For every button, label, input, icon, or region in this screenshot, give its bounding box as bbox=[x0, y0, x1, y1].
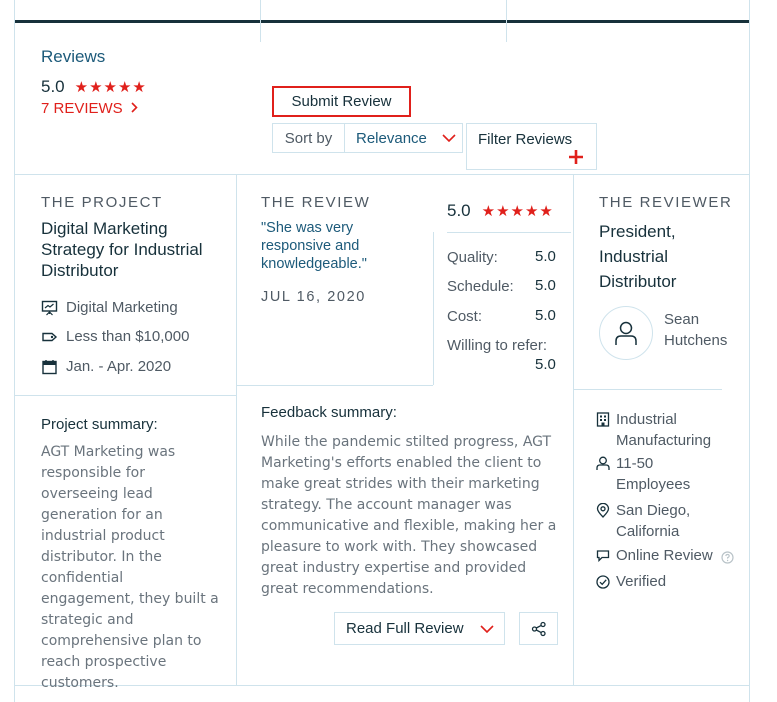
reviewer-status: Verified bbox=[596, 571, 666, 592]
feedback-summary-label: Feedback summary: bbox=[261, 404, 397, 421]
avatar bbox=[599, 306, 653, 360]
card-top-border bbox=[14, 174, 750, 175]
sort-by-label-box: Sort by bbox=[272, 123, 345, 153]
section-divider bbox=[14, 395, 236, 396]
review-overall-value: 5.0 bbox=[447, 201, 471, 220]
presentation-icon bbox=[41, 300, 58, 315]
building-icon bbox=[596, 412, 610, 427]
score-value-schedule: 5.0 bbox=[535, 277, 556, 294]
reviewer-title: President, Industrial Distributor bbox=[599, 222, 677, 291]
review-date: JUL 16, 2020 bbox=[261, 289, 366, 305]
chevron-down-icon bbox=[442, 134, 456, 142]
section-divider bbox=[237, 385, 433, 386]
score-label-cost: Cost: bbox=[447, 308, 483, 325]
submit-review-label: Submit Review bbox=[291, 93, 392, 110]
project-section-label: THE PROJECT bbox=[41, 194, 163, 211]
reviewer-industry: Industrial Manufacturing bbox=[596, 409, 726, 451]
project-budget: Less than $10,000 bbox=[41, 328, 189, 345]
review-quote: "She was very responsive and knowledgeab… bbox=[261, 220, 367, 272]
reviewer-employees-label: 11-50 Employees bbox=[616, 455, 691, 493]
plus-icon bbox=[569, 150, 583, 164]
submit-review-button[interactable]: Submit Review bbox=[272, 86, 411, 117]
project-summary-label: Project summary: bbox=[41, 416, 158, 433]
help-icon[interactable] bbox=[721, 548, 740, 564]
project-summary-text: AGT Marketing was responsible for overse… bbox=[41, 444, 219, 691]
header-divider bbox=[506, 0, 507, 42]
score-value-refer: 5.0 bbox=[535, 356, 556, 373]
reviewer-review-type: Online Review bbox=[596, 545, 740, 566]
top-bar bbox=[14, 20, 750, 23]
score-label-schedule: Schedule: bbox=[447, 278, 514, 295]
chat-bubble-icon bbox=[596, 550, 610, 562]
read-full-review-label: Read Full Review bbox=[346, 620, 464, 637]
project-service-label: Digital Marketing bbox=[66, 299, 178, 316]
share-icon bbox=[531, 621, 546, 636]
review-overall-rating: 5.0 ★★★★★ bbox=[447, 201, 554, 221]
reviews-link-label: 7 REVIEWS bbox=[41, 100, 123, 117]
review-section-label: THE REVIEW bbox=[261, 194, 371, 211]
score-label-quality: Quality: bbox=[447, 249, 498, 266]
reviews-heading: Reviews bbox=[41, 47, 106, 66]
header-divider bbox=[260, 0, 261, 42]
rating-value: 5.0 bbox=[41, 77, 65, 96]
outer-border-left bbox=[14, 0, 15, 702]
project-service: Digital Marketing bbox=[41, 299, 178, 316]
check-circle-icon bbox=[596, 574, 610, 589]
reviews-link[interactable]: 7 REVIEWS bbox=[41, 100, 138, 117]
star-rating-icon: ★★★★★ bbox=[481, 203, 554, 220]
calendar-icon bbox=[42, 359, 57, 374]
user-icon bbox=[596, 456, 610, 470]
location-pin-icon bbox=[596, 503, 610, 518]
project-budget-label: Less than $10,000 bbox=[66, 328, 190, 345]
price-tag-icon bbox=[42, 332, 58, 341]
outer-border-right bbox=[749, 0, 750, 702]
reviewer-section-label: THE REVIEWER bbox=[599, 194, 733, 211]
reviewer-location: San Diego, California bbox=[596, 500, 726, 542]
reviewer-location-label: San Diego, California bbox=[616, 502, 691, 540]
section-divider bbox=[574, 389, 722, 390]
section-divider bbox=[447, 232, 571, 233]
reviewer-status-label: Verified bbox=[616, 573, 667, 590]
chevron-down-icon bbox=[479, 624, 494, 633]
project-dates: Jan. - Apr. 2020 bbox=[41, 358, 171, 375]
sort-select-value: Relevance bbox=[356, 129, 427, 147]
read-full-review-button[interactable]: Read Full Review bbox=[334, 612, 505, 645]
share-button[interactable] bbox=[519, 612, 558, 645]
reviewer-name: Sean Hutchens bbox=[664, 311, 728, 349]
project-dates-label: Jan. - Apr. 2020 bbox=[66, 358, 172, 375]
column-divider bbox=[573, 174, 574, 685]
score-value-cost: 5.0 bbox=[535, 307, 556, 324]
section-divider bbox=[433, 232, 434, 385]
user-icon bbox=[615, 321, 637, 345]
column-divider bbox=[236, 174, 237, 685]
project-title: Digital Marketing Strategy for Industria… bbox=[41, 219, 203, 280]
chevron-right-icon bbox=[131, 100, 138, 117]
score-label-refer: Willing to refer: bbox=[447, 337, 548, 354]
score-value-quality: 5.0 bbox=[535, 248, 556, 265]
feedback-summary-text: While the pandemic stilted progress, AGT… bbox=[261, 434, 557, 597]
star-rating-icon: ★★★★★ bbox=[74, 79, 147, 96]
reviewer-employees: 11-50 Employees bbox=[596, 453, 726, 495]
sort-select[interactable]: Relevance bbox=[344, 123, 463, 153]
sort-by-label: Sort by bbox=[284, 129, 333, 147]
reviewer-review-type-label: Online Review bbox=[616, 547, 713, 564]
overall-rating: 5.0 ★★★★★ bbox=[41, 77, 147, 97]
reviewer-industry-label: Industrial Manufacturing bbox=[616, 411, 712, 449]
filter-reviews-label: Filter Reviews bbox=[478, 131, 573, 148]
